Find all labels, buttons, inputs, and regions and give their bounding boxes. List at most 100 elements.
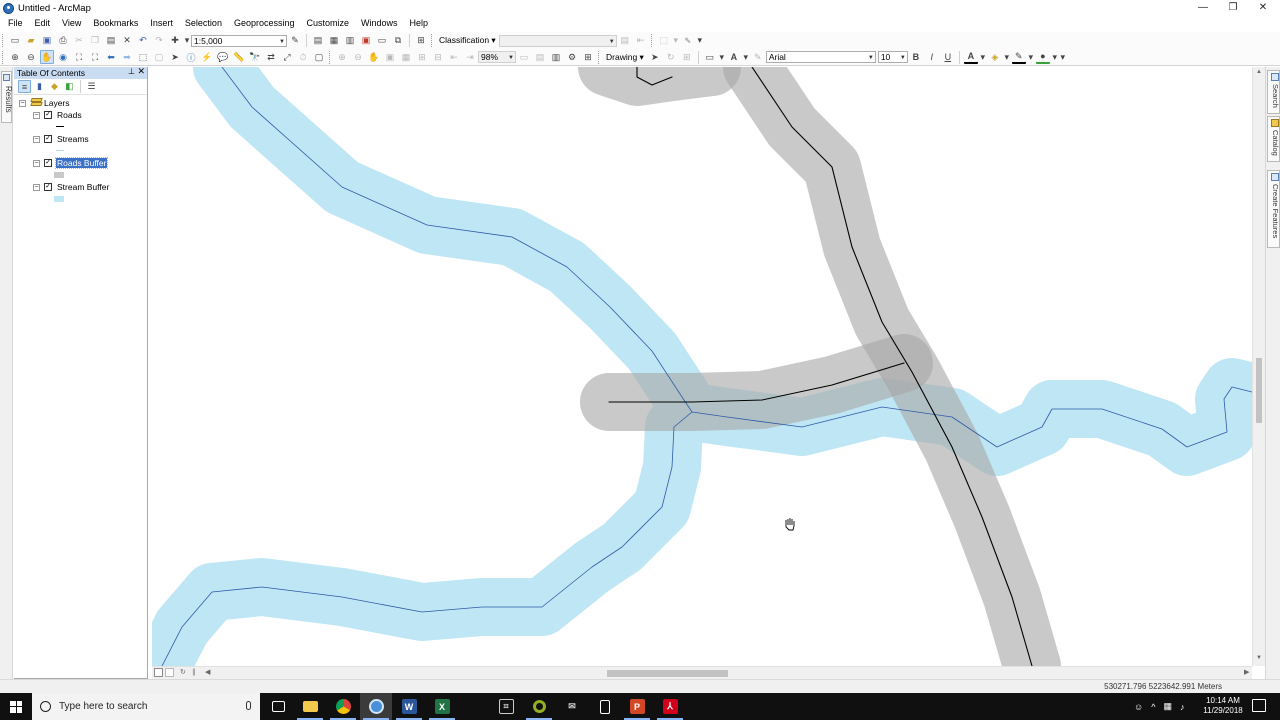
taskbar-calculator[interactable] (589, 693, 621, 720)
layer-dropdown-icon[interactable]: ⊞ (414, 34, 428, 48)
undo-icon[interactable]: ↶ (136, 34, 150, 48)
taskbar-powerpoint[interactable]: P (621, 693, 653, 720)
horizontal-scroll-thumb[interactable] (607, 670, 728, 677)
menu-file[interactable]: File (0, 16, 29, 31)
python-window-icon[interactable]: ▭ (375, 34, 389, 48)
go-back-icon[interactable]: ⬅ (104, 50, 118, 64)
menu-customize[interactable]: Customize (301, 16, 356, 31)
layer-roads-buffer[interactable]: Roads Buffer (54, 157, 109, 169)
delete-icon[interactable]: ✕ (120, 34, 134, 48)
taskbar-excel[interactable]: X (426, 693, 458, 720)
toolbar-grip[interactable] (2, 50, 5, 64)
menu-view[interactable]: View (56, 16, 87, 31)
roads-visibility-checkbox[interactable]: ✓ (44, 111, 52, 119)
change-layout-icon[interactable]: ▥ (549, 50, 563, 64)
find-icon[interactable]: 🔭 (248, 50, 262, 64)
line-color-icon[interactable]: ✎ (1011, 50, 1026, 64)
catalog-tab[interactable]: Catalog (1267, 116, 1280, 162)
overflow-icon[interactable]: ▾ (697, 34, 703, 48)
scroll-up-icon[interactable]: ▲ (1256, 69, 1262, 75)
dropdown-icon[interactable]: ▾ (1004, 50, 1010, 64)
toc-options-icon[interactable]: ☰ (85, 80, 98, 93)
microphone-icon[interactable] (246, 701, 251, 710)
add-data-icon[interactable]: ✚ (168, 34, 182, 48)
underline-button[interactable]: U (941, 50, 955, 64)
map-canvas[interactable] (152, 67, 1252, 666)
taskbar-word[interactable]: W (393, 693, 425, 720)
taskbar-acrobat[interactable]: ⅄ (654, 693, 686, 720)
taskbar-chrome[interactable] (327, 693, 359, 720)
pin-icon[interactable]: ⊥ (128, 67, 135, 76)
collapse-roads-buffer-icon[interactable]: − (33, 160, 40, 167)
collapse-stream-buffer-icon[interactable]: − (33, 184, 40, 191)
stream-buffer-fill-symbol[interactable] (54, 196, 64, 202)
overflow-icon[interactable]: ⊞ (581, 50, 595, 64)
model-builder-icon[interactable]: ⧉ (391, 34, 405, 48)
go-to-xy-icon[interactable]: ⤢ (280, 50, 294, 64)
menu-selection[interactable]: Selection (179, 16, 228, 31)
list-by-visibility-icon[interactable]: ◆ (48, 80, 61, 93)
editor-toolbar-icon[interactable]: ✎ (288, 34, 302, 48)
action-center-icon[interactable] (1252, 699, 1266, 712)
new-text-icon[interactable]: A (727, 50, 741, 64)
italic-button[interactable]: I (925, 50, 939, 64)
hyperlink-icon[interactable]: ⚡ (200, 50, 214, 64)
map-vertical-scrollbar[interactable]: ▲ ▼ (1252, 67, 1265, 666)
toolbar-grip[interactable] (431, 34, 434, 47)
marker-color-icon[interactable]: ● (1035, 50, 1050, 64)
taskbar-search-box[interactable]: Type here to search (32, 693, 260, 720)
scroll-left-icon[interactable]: ◀ (205, 668, 210, 676)
data-view-button[interactable] (154, 668, 163, 677)
dropdown-icon[interactable]: ▾ (980, 50, 986, 64)
save-icon[interactable]: ▣ (40, 34, 54, 48)
stream-buffer-polygon[interactable] (193, 67, 721, 441)
new-document-icon[interactable]: ▭ (8, 34, 22, 48)
zoom-to-selected-elements-icon[interactable]: ⊞ (680, 50, 694, 64)
toolbar-grip[interactable] (598, 50, 601, 64)
task-view-button[interactable] (262, 693, 294, 720)
time-slider-icon[interactable]: ⏱ (296, 50, 310, 64)
taskbar-arcgis-tool[interactable]: ⌗ (490, 693, 522, 720)
roads-buffer-visibility-checkbox[interactable]: ✓ (44, 159, 52, 167)
collapse-layers-icon[interactable]: − (19, 100, 26, 107)
fixed-zoom-in-icon[interactable]: ⛶ (72, 50, 86, 64)
menu-windows[interactable]: Windows (355, 16, 404, 31)
scroll-right-icon[interactable]: ▶ (1244, 668, 1249, 676)
full-extent-icon[interactable]: ◉ (56, 50, 70, 64)
zoom-in-icon[interactable]: ⊕ (8, 50, 22, 64)
people-icon[interactable]: ☺ (1134, 702, 1143, 712)
menu-geoprocessing[interactable]: Geoprocessing (228, 16, 301, 31)
minimize-button[interactable]: — (1188, 0, 1218, 16)
toolbar-grip[interactable] (2, 34, 5, 47)
toolbar-grip[interactable] (650, 34, 654, 47)
streams-visibility-checkbox[interactable]: ✓ (44, 135, 52, 143)
drawing-menu[interactable]: Drawing ▾ (603, 52, 647, 63)
classification-menu[interactable]: Classification ▾ (436, 35, 499, 46)
collapse-streams-icon[interactable]: − (33, 136, 40, 143)
pan-icon[interactable]: ✋ (40, 50, 54, 64)
dropdown-icon[interactable]: ▾ (743, 50, 749, 64)
cut-icon[interactable]: ✂ (72, 34, 86, 48)
map-display[interactable] (152, 67, 1252, 666)
fill-color-icon[interactable]: ◈ (988, 50, 1002, 64)
search-window-icon[interactable]: ▥ (343, 34, 357, 48)
menu-bookmarks[interactable]: Bookmarks (87, 16, 144, 31)
list-by-selection-icon[interactable]: ◧ (63, 80, 76, 93)
zoom-out-icon[interactable]: ⊖ (24, 50, 38, 64)
taskbar-arcmap[interactable] (360, 693, 392, 720)
map-scale-combo[interactable]: 1:5,000 ▼ (191, 34, 287, 47)
layer-streams[interactable]: Streams (57, 134, 89, 144)
identify-icon[interactable]: ⓘ (184, 50, 198, 64)
stream-buffer-visibility-checkbox[interactable]: ✓ (44, 183, 52, 191)
start-button[interactable] (0, 693, 32, 720)
close-icon[interactable]: ✕ (137, 66, 145, 77)
arcmap-app-icon[interactable] (3, 2, 14, 14)
volume-icon[interactable]: ♪ (1180, 702, 1185, 712)
clear-selection-icon[interactable]: ▢ (152, 50, 166, 64)
list-by-source-icon[interactable]: ▮ (33, 80, 46, 93)
dropdown-icon[interactable]: ▾ (1052, 50, 1058, 64)
layer-roads[interactable]: Roads (57, 110, 82, 120)
layout-view-button[interactable] (165, 668, 174, 677)
refresh-icon[interactable]: ↻ (180, 668, 186, 676)
show-hidden-icons-icon[interactable]: ^ (1151, 702, 1155, 712)
